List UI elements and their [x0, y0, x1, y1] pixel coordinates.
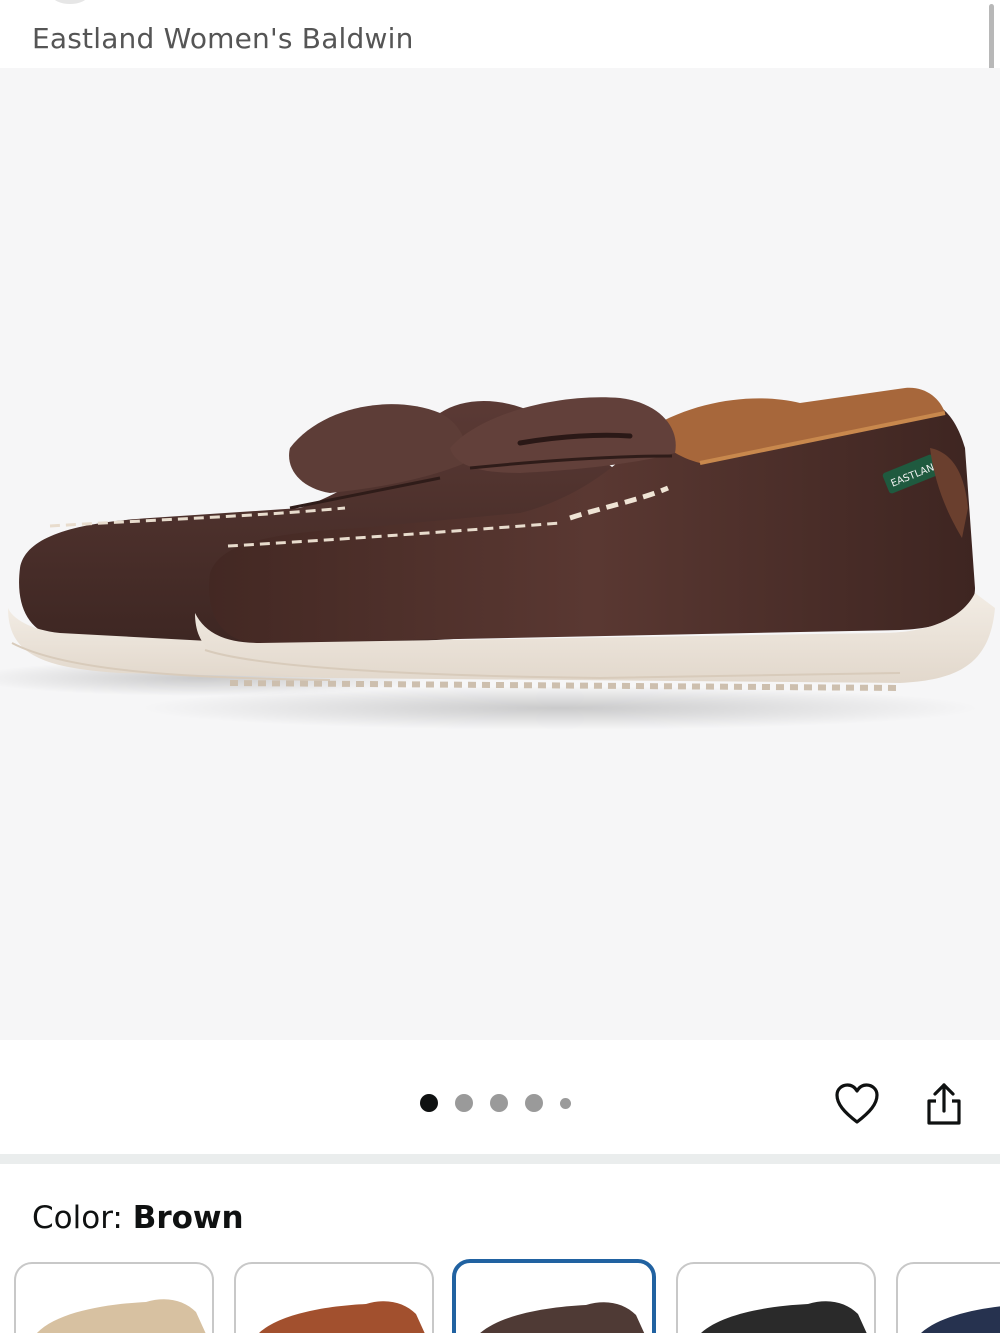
share-button[interactable]	[918, 1078, 970, 1130]
pagination-dot-5[interactable]	[560, 1097, 571, 1109]
product-image-gallery[interactable]: EASTLAND	[0, 68, 1000, 1040]
color-swatch-brown[interactable]	[452, 1259, 656, 1333]
color-swatch-black[interactable]	[676, 1262, 876, 1333]
color-label: Color: Brown	[32, 1200, 244, 1236]
image-pagination-dots[interactable]	[420, 1094, 571, 1112]
product-image: EASTLAND	[0, 387, 995, 730]
swatch-image-tan	[37, 1299, 206, 1333]
favorite-button[interactable]	[831, 1078, 883, 1130]
color-swatch-list	[14, 1259, 1000, 1333]
swatch-image-black	[701, 1301, 867, 1333]
color-label-text: Color:	[32, 1200, 123, 1236]
pagination-dot-1[interactable]	[420, 1094, 438, 1112]
heart-icon	[835, 1083, 879, 1124]
section-divider	[0, 1154, 1000, 1164]
product-title: Eastland Women's Baldwin	[32, 22, 414, 55]
color-swatch-cognac[interactable]	[234, 1262, 434, 1333]
product-page: Eastland Women's Baldwin EASTLAND Color:…	[0, 0, 1000, 1333]
gallery-actions-bar	[0, 1040, 1000, 1154]
swatch-image-navy	[921, 1306, 1000, 1333]
share-icon	[927, 1083, 961, 1125]
avatar	[52, 0, 88, 4]
pagination-dot-2[interactable]	[455, 1094, 473, 1112]
selected-color-value: Brown	[132, 1200, 244, 1236]
swatch-image-cognac	[259, 1301, 425, 1333]
pagination-dot-3[interactable]	[490, 1094, 508, 1112]
color-swatch-tan[interactable]	[14, 1262, 214, 1333]
pagination-dot-4[interactable]	[525, 1094, 543, 1112]
swatch-image-brown	[480, 1302, 645, 1333]
color-swatch-navy[interactable]	[896, 1262, 1000, 1333]
